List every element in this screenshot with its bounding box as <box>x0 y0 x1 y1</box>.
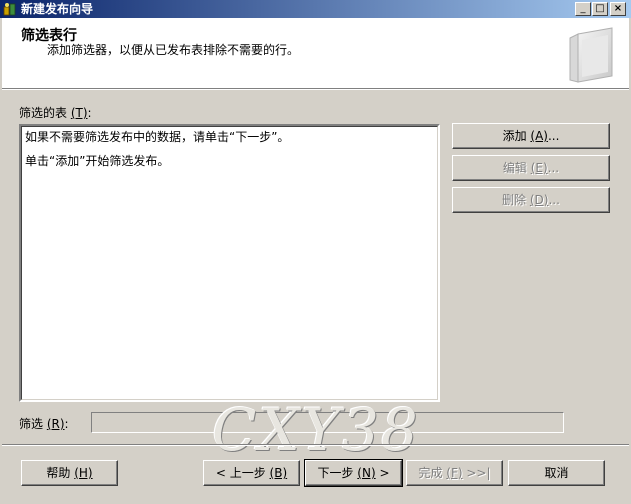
back-button[interactable]: < 上一步 (B) <box>203 460 300 486</box>
footer-divider <box>2 444 629 446</box>
title-bar[interactable]: 新建发布向导 _ □ × <box>0 0 631 18</box>
finish-button[interactable]: 完成 (F) >>| <box>406 460 503 486</box>
delete-button[interactable]: 删除 (D)... <box>452 187 610 213</box>
maximize-button[interactable]: □ <box>592 2 608 16</box>
filtered-tables-list[interactable]: 如果不需要筛选发布中的数据，请单击“下一步”。 单击“添加”开始筛选发布。 <box>19 124 440 402</box>
page-subtitle: 添加筛选器，以便从已发布表排除不需要的行。 <box>47 43 300 57</box>
help-button[interactable]: 帮助 (H) <box>21 460 118 486</box>
list-item: 单击“添加”开始筛选发布。 <box>25 154 170 168</box>
header-divider <box>2 88 629 90</box>
maximize-icon: □ <box>595 3 605 14</box>
minimize-button[interactable]: _ <box>575 2 591 16</box>
add-button[interactable]: 添加 (A)... <box>452 123 610 149</box>
wizard-icon <box>3 3 16 16</box>
minimize-icon: _ <box>580 3 586 14</box>
next-button[interactable]: 下一步 (N) > <box>304 459 403 487</box>
cancel-button[interactable]: 取消 <box>508 460 605 486</box>
tables-label: 筛选的表 (T): <box>19 106 92 120</box>
header-banner: 筛选表行 添加筛选器，以便从已发布表排除不需要的行。 <box>2 18 629 88</box>
book-icon <box>569 27 613 83</box>
close-button[interactable]: × <box>610 2 626 16</box>
watermark-text: CXY38 <box>212 396 420 464</box>
edit-button[interactable]: 编辑 (E)... <box>452 155 610 181</box>
list-item: 如果不需要筛选发布中的数据，请单击“下一步”。 <box>25 130 290 144</box>
publication-wizard-window: 新建发布向导 _ □ × 筛选表行 添加筛选器，以便从已发布表排除不需要的行。 <box>0 0 631 504</box>
close-icon: × <box>613 3 623 14</box>
filter-label: 筛选 (R): <box>19 417 69 431</box>
window-title: 新建发布向导 <box>21 2 94 16</box>
